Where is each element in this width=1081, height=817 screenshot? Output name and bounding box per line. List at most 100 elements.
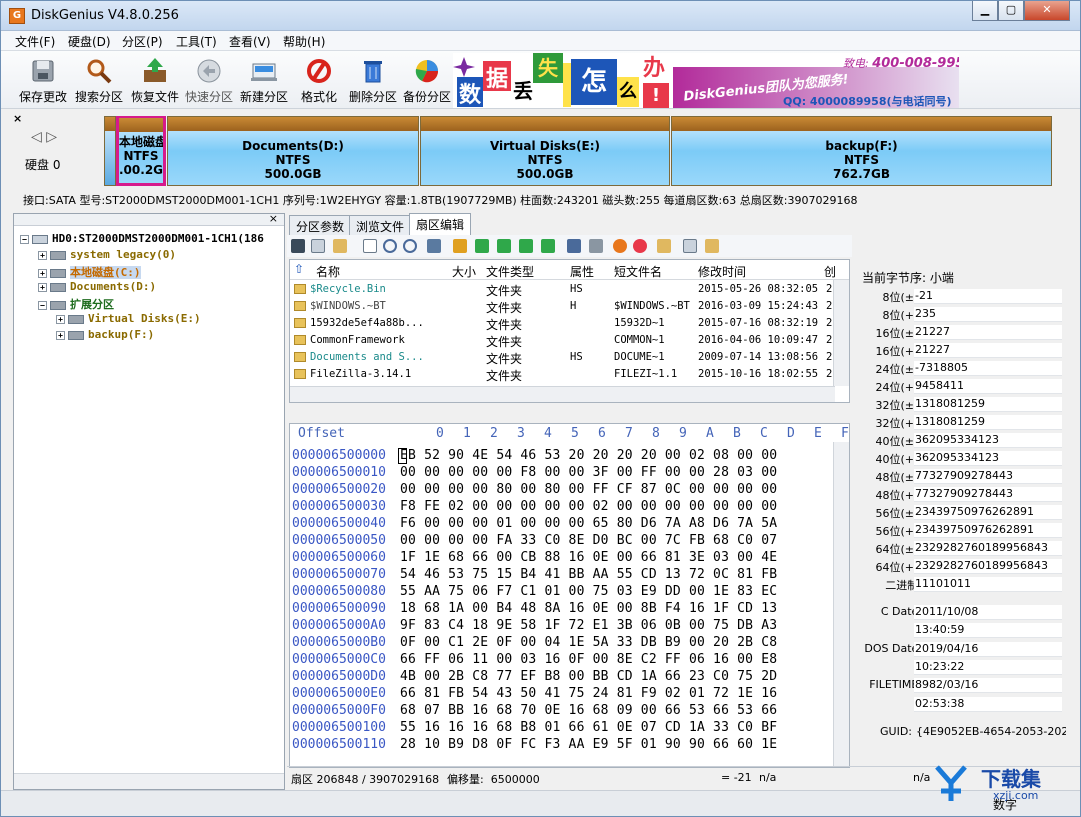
- disk-nav-arrows[interactable]: ◁ ▷: [31, 129, 57, 145]
- hex-row[interactable]: 000006500110 28 10 B9 D8 0F FC F3 AA E9 5…: [290, 737, 849, 754]
- hex-row[interactable]: 000006500090 18 68 1A 00 B4 48 8A 16 0E 0…: [290, 601, 849, 618]
- menu-view[interactable]: 查看(V): [229, 33, 271, 50]
- tree-item[interactable]: − HD0:ST2000DMST2000DM001-1CH1(186: [20, 232, 264, 248]
- open-folder-icon[interactable]: [705, 239, 719, 253]
- hex-row[interactable]: 000006500070 54 46 53 75 15 B4 41 BB AA 5…: [290, 567, 849, 584]
- menu-help[interactable]: 帮助(H): [283, 33, 325, 50]
- hex-row[interactable]: 000006500080 55 AA 75 06 F7 C1 01 00 75 0…: [290, 584, 849, 601]
- file-list-hscrollbar[interactable]: [290, 386, 835, 402]
- hex-row[interactable]: 0000065000E0 66 81 FB 54 43 50 41 75 24 8…: [290, 686, 849, 703]
- expand-icon[interactable]: +: [38, 282, 47, 292]
- hex-row[interactable]: 0000065000D0 4B 00 2B C8 77 EF B8 00 BB C…: [290, 669, 849, 686]
- goto-icon[interactable]: [427, 239, 441, 253]
- hex-bytes[interactable]: 54 46 53 75 15 B4 41 BB AA 55 CD 13 72 0…: [400, 567, 777, 582]
- hex-row[interactable]: 0000065000A0 9F 83 C4 18 9E 58 1F 72 E1 3…: [290, 618, 849, 635]
- tree-item[interactable]: + Documents(D:): [38, 280, 156, 296]
- hex-bytes[interactable]: 00 00 00 00 FA 33 C0 8E D0 BC 00 7C FB 6…: [400, 533, 777, 548]
- hex-row[interactable]: 0000065000C0 66 FF 06 11 00 03 16 0F 00 8…: [290, 652, 849, 669]
- expand-icon[interactable]: +: [38, 268, 47, 278]
- col-shortname[interactable]: 短文件名: [614, 263, 662, 280]
- hex-row[interactable]: 000006500000 EB 52 90 4E 54 46 53 20 20 2…: [290, 448, 849, 465]
- menu-file[interactable]: 文件(F): [15, 33, 55, 50]
- template-icon[interactable]: [657, 239, 671, 253]
- tree-close-icon[interactable]: ×: [269, 212, 278, 225]
- tab-sector-edit[interactable]: 扇区编辑: [409, 213, 472, 235]
- hex-vscrollbar[interactable]: [833, 442, 849, 767]
- hex-bytes[interactable]: 68 07 BB 16 68 70 0E 16 68 09 00 66 53 6…: [400, 703, 777, 718]
- paste-icon[interactable]: [333, 239, 347, 253]
- file-row[interactable]: Documents and S... 文件夹 HS DOCUME~1 2009-07-1…: [290, 349, 849, 366]
- menu-partition[interactable]: 分区(P): [122, 33, 163, 50]
- ad-banner[interactable]: 数 据 丢 失 怎 么 办 ! DiskGenius团队为您服务! 致电: 40…: [453, 53, 959, 108]
- search-icon[interactable]: [383, 239, 397, 253]
- partition-system-legacy[interactable]: [104, 116, 116, 186]
- col-type[interactable]: 文件类型: [486, 263, 534, 280]
- expand-icon[interactable]: −: [38, 300, 47, 310]
- maximize-button[interactable]: ▢: [998, 1, 1024, 21]
- hex-bytes[interactable]: 18 68 1A 00 B4 48 8A 16 0E 00 8B F4 16 1…: [400, 601, 777, 616]
- col-size[interactable]: 大小: [452, 263, 476, 280]
- backup-partition-button[interactable]: 备份分区: [399, 55, 455, 107]
- browser-icon[interactable]: [613, 239, 627, 253]
- expand-icon[interactable]: +: [38, 250, 47, 260]
- close-button[interactable]: ✕: [1024, 1, 1070, 21]
- hex-row[interactable]: 000006500040 F6 00 00 00 01 00 00 00 65 8…: [290, 516, 849, 533]
- hex-bytes[interactable]: 00 00 00 00 80 00 80 00 FF CF 87 0C 00 0…: [400, 482, 777, 497]
- hex-bytes[interactable]: 1F 1E 68 66 00 CB 88 16 0E 00 66 81 3E 0…: [400, 550, 777, 565]
- quick-partition-button[interactable]: 快速分区: [181, 55, 237, 107]
- hex-row[interactable]: 000006500050 00 00 00 00 FA 33 C0 8E D0 B…: [290, 533, 849, 550]
- hex-bytes[interactable]: 55 AA 75 06 F7 C1 01 00 75 03 E9 DD 00 1…: [400, 584, 777, 599]
- tree-item[interactable]: + backup(F:): [56, 328, 154, 344]
- copy-icon[interactable]: [311, 239, 325, 253]
- new-partition-button[interactable]: 新建分区: [236, 55, 292, 107]
- arrow-last-icon[interactable]: [541, 239, 555, 253]
- arrow-down-icon[interactable]: [497, 239, 511, 253]
- file-list-vscrollbar[interactable]: [833, 280, 849, 386]
- file-row[interactable]: CommonFramework 文件夹 COMMON~1 2016-04-06 10:…: [290, 332, 849, 349]
- hex-bytes[interactable]: 66 FF 06 11 00 03 16 0F 00 8E C2 FF 06 1…: [400, 652, 777, 667]
- hex-bytes[interactable]: 55 16 16 16 68 B8 01 66 61 0E 07 CD 1A 3…: [400, 720, 777, 735]
- partition-d[interactable]: Documents(D:) NTFS 500.0GB: [167, 116, 419, 186]
- file-row[interactable]: $Recycle.Bin 文件夹 HS 2015-05-26 08:32:05 2: [290, 281, 849, 298]
- tree-item[interactable]: + system legacy(0): [38, 248, 176, 264]
- sector-end-icon[interactable]: [589, 239, 603, 253]
- hex-row[interactable]: 000006500010 00 00 00 00 00 F8 00 00 3F 0…: [290, 465, 849, 482]
- arrow-up-icon[interactable]: [475, 239, 489, 253]
- recover-files-button[interactable]: 恢复文件: [127, 55, 183, 107]
- file-row[interactable]: $WINDOWS.~BT 文件夹 H $WINDOWS.~BT 2016-03-09 1…: [290, 298, 849, 315]
- hex-row[interactable]: 000006500060 1F 1E 68 66 00 CB 88 16 0E 0…: [290, 550, 849, 567]
- hex-bytes[interactable]: EB 52 90 4E 54 46 53 20 20 20 20 00 02 0…: [400, 448, 777, 463]
- col-name[interactable]: 名称: [316, 263, 340, 280]
- hex-bytes[interactable]: 4B 00 2B C8 77 EF B8 00 BB CD 1A 66 23 C…: [400, 669, 777, 684]
- hex-bytes[interactable]: 9F 83 C4 18 9E 58 1F 72 E1 3B 06 0B 00 7…: [400, 618, 777, 633]
- sector-start-icon[interactable]: [567, 239, 581, 253]
- hex-bytes[interactable]: 66 81 FB 54 43 50 41 75 24 81 F9 02 01 7…: [400, 686, 777, 701]
- find-next-icon[interactable]: [403, 239, 417, 253]
- hex-bytes[interactable]: 0F 00 C1 2E 0F 00 04 1E 5A 33 DB B9 00 2…: [400, 635, 777, 650]
- hex-bytes[interactable]: F6 00 00 00 01 00 00 00 65 80 D6 7A A8 D…: [400, 516, 777, 531]
- color-icon[interactable]: [633, 239, 647, 253]
- tree-item[interactable]: − 扩展分区: [38, 296, 114, 312]
- col-ctime[interactable]: 创: [824, 263, 836, 280]
- partition-e[interactable]: Virtual Disks(E:) NTFS 500.0GB: [420, 116, 670, 186]
- minimize-button[interactable]: ▁: [972, 1, 998, 21]
- file-row[interactable]: 15932de5ef4a88b... 文件夹 15932D~1 2015-07-16 …: [290, 315, 849, 332]
- hex-bytes[interactable]: 00 00 00 00 00 F8 00 00 3F 00 FF 00 00 2…: [400, 465, 777, 480]
- format-button[interactable]: 格式化: [291, 55, 347, 107]
- document-icon[interactable]: [683, 239, 697, 253]
- undo-icon[interactable]: [363, 239, 377, 253]
- expand-icon[interactable]: +: [56, 314, 65, 324]
- search-partition-button[interactable]: 搜索分区: [71, 55, 127, 107]
- arrow-first-icon[interactable]: [519, 239, 533, 253]
- expand-icon[interactable]: +: [56, 330, 65, 340]
- bookmark-icon[interactable]: [453, 239, 467, 253]
- tab-partition-params[interactable]: 分区参数: [289, 215, 352, 235]
- hex-bytes[interactable]: 28 10 B9 D8 0F FC F3 AA E9 5F 01 90 90 6…: [400, 737, 777, 752]
- menu-disk[interactable]: 硬盘(D): [68, 33, 111, 50]
- hex-bytes[interactable]: F8 FE 02 00 00 00 00 00 02 00 00 00 00 0…: [400, 499, 777, 514]
- partition-f[interactable]: backup(F:) NTFS 762.7GB: [671, 116, 1052, 186]
- col-attr[interactable]: 属性: [570, 263, 594, 280]
- save-changes-button[interactable]: 保存更改: [15, 55, 71, 107]
- hex-row[interactable]: 000006500030 F8 FE 02 00 00 00 00 00 02 0…: [290, 499, 849, 516]
- menu-tools[interactable]: 工具(T): [176, 33, 217, 50]
